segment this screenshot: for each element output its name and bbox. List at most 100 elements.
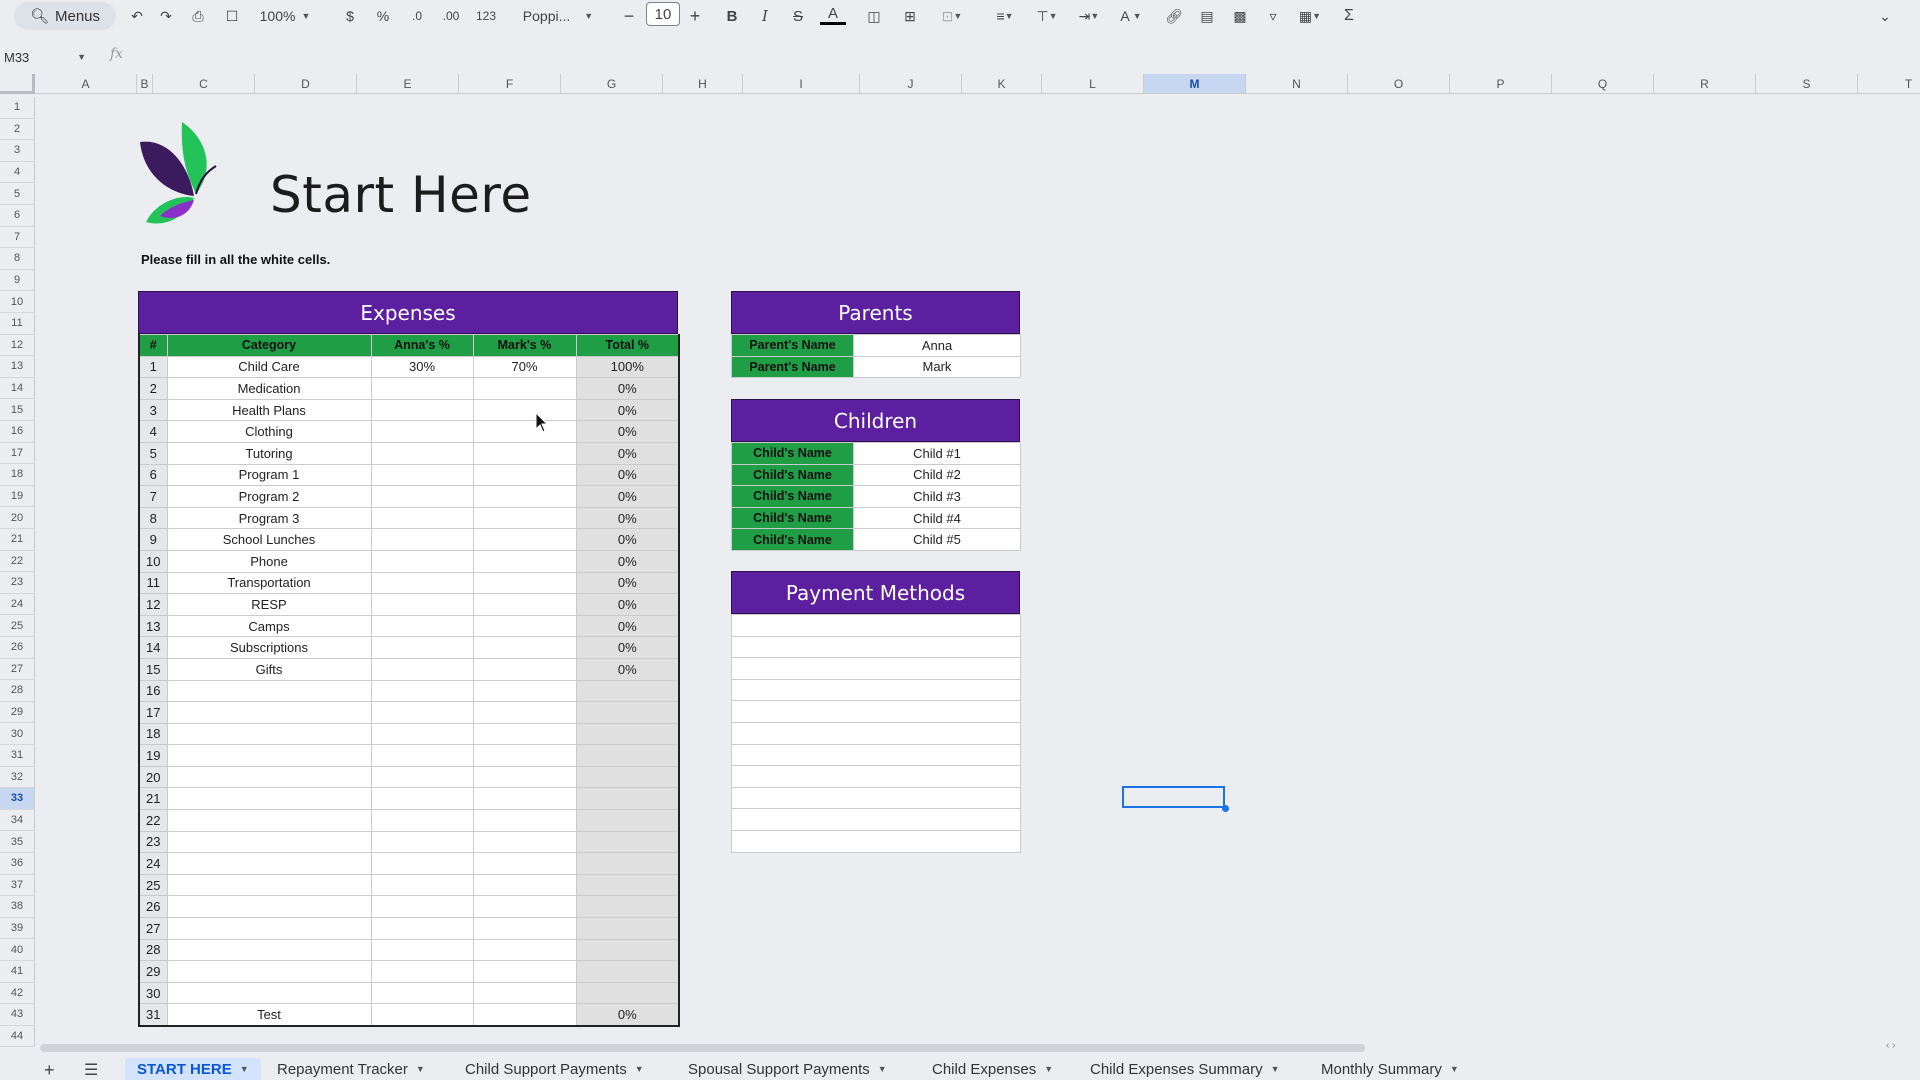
expense-category[interactable]: Program 2: [166, 485, 372, 508]
mark-percent-cell[interactable]: [472, 593, 577, 616]
expense-category[interactable]: [166, 765, 372, 789]
select-all-corner[interactable]: [0, 74, 35, 94]
payment-method-cell[interactable]: [731, 829, 1021, 853]
expense-category[interactable]: Medication: [166, 377, 372, 400]
row-header-13[interactable]: 13: [0, 356, 35, 378]
mark-percent-cell[interactable]: [472, 549, 577, 573]
row-header-28[interactable]: 28: [0, 680, 35, 702]
anna-percent-cell[interactable]: [370, 960, 474, 983]
column-header-d[interactable]: D: [255, 74, 357, 94]
sheet-tab-monthly-summary[interactable]: Monthly Summary ▼: [1321, 1058, 1459, 1080]
expense-category[interactable]: [166, 701, 372, 724]
horizontal-scrollbar[interactable]: [40, 1044, 1365, 1052]
expense-category[interactable]: [166, 722, 372, 746]
fill-color-icon[interactable]: ◫: [862, 5, 886, 27]
column-header-m[interactable]: M: [1144, 74, 1246, 94]
sheet-tab-repayment-tracker[interactable]: Repayment Tracker ▼: [277, 1058, 425, 1080]
zoom-select[interactable]: 100% ▼: [255, 5, 315, 27]
mark-percent-cell[interactable]: [472, 377, 577, 400]
row-header-29[interactable]: 29: [0, 701, 35, 724]
chart-icon[interactable]: ▩: [1228, 5, 1252, 27]
row-header-7[interactable]: 7: [0, 226, 35, 249]
payment-method-cell[interactable]: [731, 678, 1021, 702]
row-header-2[interactable]: 2: [0, 118, 35, 141]
expense-category[interactable]: [166, 938, 372, 962]
sheet-tab-start-here[interactable]: START HERE ▼: [125, 1058, 261, 1080]
anna-percent-cell[interactable]: [370, 528, 474, 551]
expense-category[interactable]: Subscriptions: [166, 636, 372, 659]
row-header-41[interactable]: 41: [0, 961, 35, 983]
row-header-9[interactable]: 9: [0, 269, 35, 292]
undo-icon[interactable]: ↶: [126, 5, 148, 27]
row-header-27[interactable]: 27: [0, 658, 35, 681]
anna-percent-cell[interactable]: [370, 485, 474, 508]
anna-percent-cell[interactable]: [370, 701, 474, 724]
row-header-43[interactable]: 43: [0, 1004, 35, 1026]
child-name-value[interactable]: Child #5: [853, 528, 1021, 551]
filter-views-icon[interactable]: ▦ ▼: [1292, 5, 1328, 27]
mark-percent-cell[interactable]: [472, 485, 577, 508]
mark-percent-cell[interactable]: [472, 938, 577, 962]
child-name-value[interactable]: Child #3: [853, 485, 1021, 508]
italic-button[interactable]: I: [755, 5, 775, 27]
name-box[interactable]: M33 ▼: [0, 46, 92, 68]
row-header-44[interactable]: 44: [0, 1025, 35, 1048]
anna-percent-cell[interactable]: [370, 593, 474, 616]
payment-method-cell[interactable]: [731, 700, 1021, 723]
column-header-o[interactable]: O: [1348, 74, 1450, 94]
percent-button[interactable]: %: [373, 5, 393, 27]
anna-percent-cell[interactable]: [370, 398, 474, 422]
mark-percent-cell[interactable]: [472, 744, 577, 767]
parent-name-value[interactable]: Mark: [853, 355, 1021, 379]
vertical-align-icon[interactable]: ⊤ ▼: [1030, 5, 1064, 27]
mark-percent-cell[interactable]: [472, 1003, 577, 1027]
mark-percent-cell[interactable]: [472, 830, 577, 854]
parent-name-value[interactable]: Anna: [853, 334, 1021, 357]
strikethrough-button[interactable]: S: [788, 5, 808, 27]
row-header-40[interactable]: 40: [0, 939, 35, 961]
fill-handle[interactable]: [1222, 805, 1229, 812]
font-size-decrease-button[interactable]: −: [619, 5, 639, 27]
mark-percent-cell[interactable]: [472, 895, 577, 919]
expense-category[interactable]: [166, 895, 372, 919]
column-header-r[interactable]: R: [1654, 74, 1756, 94]
row-header-31[interactable]: 31: [0, 745, 35, 767]
anna-percent-cell[interactable]: [370, 614, 474, 638]
row-header-1[interactable]: 1: [0, 97, 35, 119]
expense-category[interactable]: Gifts: [166, 657, 372, 681]
chevron-down-icon[interactable]: ▼: [416, 1064, 425, 1074]
row-header-33[interactable]: 33: [0, 788, 35, 810]
row-header-20[interactable]: 20: [0, 507, 35, 529]
column-header-j[interactable]: J: [860, 74, 962, 94]
child-name-value[interactable]: Child #1: [853, 442, 1021, 465]
child-name-value[interactable]: Child #4: [853, 506, 1021, 530]
column-header-k[interactable]: K: [962, 74, 1042, 94]
row-header-23[interactable]: 23: [0, 572, 35, 594]
row-header-26[interactable]: 26: [0, 637, 35, 659]
anna-percent-cell[interactable]: [370, 679, 474, 703]
anna-percent-cell[interactable]: [370, 938, 474, 962]
row-header-11[interactable]: 11: [0, 313, 35, 335]
font-select[interactable]: Poppi... ▼: [518, 5, 598, 27]
anna-percent-cell[interactable]: [370, 981, 474, 1005]
anna-percent-cell[interactable]: [370, 441, 474, 465]
mark-percent-cell[interactable]: [472, 636, 577, 659]
chevron-down-icon[interactable]: ▼: [1450, 1064, 1459, 1074]
filter-icon[interactable]: ▿: [1262, 5, 1284, 27]
payment-method-cell[interactable]: [731, 765, 1021, 788]
expense-category[interactable]: School Lunches: [166, 528, 372, 551]
chevron-down-icon[interactable]: ▼: [1271, 1064, 1280, 1074]
decrease-decimal-button[interactable]: .0: [405, 5, 429, 27]
row-header-15[interactable]: 15: [0, 399, 35, 421]
row-header-3[interactable]: 3: [0, 140, 35, 162]
expense-category[interactable]: [166, 873, 372, 897]
row-header-16[interactable]: 16: [0, 421, 35, 443]
mark-percent-cell[interactable]: 70%: [472, 355, 577, 379]
row-header-35[interactable]: 35: [0, 831, 35, 853]
row-header-21[interactable]: 21: [0, 529, 35, 551]
payment-method-cell[interactable]: [731, 743, 1021, 767]
row-header-30[interactable]: 30: [0, 723, 35, 745]
row-header-42[interactable]: 42: [0, 982, 35, 1005]
expense-category[interactable]: Program 3: [166, 506, 372, 530]
anna-percent-cell[interactable]: [370, 873, 474, 897]
